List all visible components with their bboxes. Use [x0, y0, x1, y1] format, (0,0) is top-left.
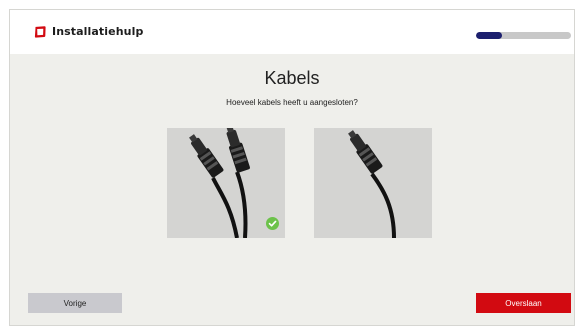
page-question: Hoeveel kabels heeft u aangesloten? — [226, 98, 358, 107]
installer-window: Installatiehulp Kabels Hoeveel kabels he… — [9, 9, 575, 326]
option-one-cable[interactable] — [314, 128, 432, 238]
tv-logo-icon — [34, 26, 46, 38]
skip-button[interactable]: Overslaan — [476, 293, 571, 313]
checkmark-icon — [266, 217, 279, 230]
header-bar: Installatiehulp — [10, 10, 574, 54]
one-cable-icon — [348, 130, 396, 238]
app-title: Installatiehulp — [52, 25, 144, 38]
previous-button[interactable]: Vorige — [28, 293, 122, 313]
progress-fill — [476, 32, 502, 39]
option-two-cables[interactable] — [167, 128, 285, 238]
page-title: Kabels — [264, 68, 320, 88]
progress-bar — [476, 32, 571, 39]
